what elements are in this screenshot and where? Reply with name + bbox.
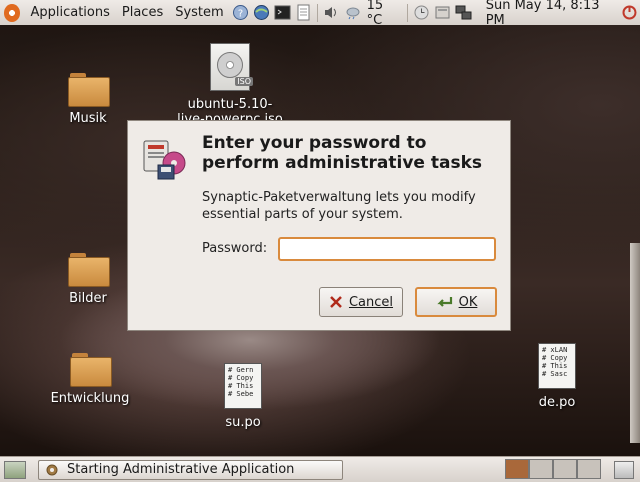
web-browser-icon[interactable]	[253, 4, 270, 21]
panel-separator	[316, 3, 318, 22]
workspace-3[interactable]	[553, 459, 577, 479]
help-icon[interactable]: ?	[232, 4, 249, 21]
workspace-switcher	[505, 459, 601, 479]
gear-icon	[46, 464, 58, 475]
bottom-panel: Starting Administrative Application	[0, 456, 640, 482]
text-file-icon: # xLAN # Copy # This # Sasc	[538, 343, 576, 389]
menu-places[interactable]: Places	[116, 5, 169, 20]
desktop-icon-entwicklung[interactable]: Entwicklung	[48, 353, 132, 406]
logout-icon[interactable]	[621, 4, 638, 21]
desktop-icon-ubuntu-iso[interactable]: ISO ubuntu-5.10-live-powerpc.iso	[175, 43, 285, 129]
svg-text:?: ?	[238, 9, 243, 20]
workspace-1[interactable]	[505, 459, 529, 479]
clock-icon	[413, 4, 430, 21]
desktop-icon-musik[interactable]: Musik	[48, 73, 128, 126]
ok-button-label: OK	[458, 294, 478, 310]
workspace-4[interactable]	[577, 459, 601, 479]
iso-image-icon: ISO	[210, 43, 253, 91]
terminal-icon[interactable]	[274, 4, 291, 21]
clock[interactable]: Sun May 14, 8:13 PM	[480, 0, 617, 28]
menu-system[interactable]: System	[169, 5, 229, 20]
background-window-edge	[630, 243, 640, 443]
text-file-icon: # Gern # Copy # This # Sebe	[224, 363, 262, 409]
ubuntu-logo-icon[interactable]	[4, 3, 21, 22]
cancel-icon	[330, 296, 342, 308]
password-label: Password:	[202, 241, 268, 256]
dialog-title: Enter your password to perform administr…	[202, 133, 483, 173]
desktop-icon-label: Musik	[69, 111, 107, 126]
panel-separator	[406, 3, 408, 22]
workspace-2[interactable]	[529, 459, 553, 479]
dialog-message: Synaptic-Paketverwaltung lets you modify…	[202, 190, 476, 222]
desktop-icon-label: Bilder	[69, 291, 107, 306]
desktop-icon-bilder[interactable]: Bilder	[48, 253, 128, 306]
folder-icon	[68, 253, 110, 287]
update-notifier-icon[interactable]	[434, 4, 451, 21]
desktop-icon-de-po[interactable]: # xLAN # Copy # This # Sasc de.po	[517, 343, 597, 410]
menu-applications[interactable]: Applications	[24, 5, 115, 20]
notes-icon[interactable]	[295, 4, 312, 21]
ok-arrow-icon	[436, 297, 452, 307]
desktop-icon-label: de.po	[538, 395, 576, 410]
taskbar-item-label: Starting Administrative Application	[67, 462, 295, 477]
password-field[interactable]	[278, 237, 496, 261]
cancel-button[interactable]: Cancel	[319, 287, 403, 317]
desktop-icon-label: Entwicklung	[50, 391, 130, 406]
temperature-readout[interactable]: 15 °C	[363, 0, 404, 28]
desktop-icon-label: su.po	[225, 415, 261, 430]
taskbar-item[interactable]: Starting Administrative Application	[38, 459, 343, 480]
administration-icon	[143, 140, 186, 180]
folder-icon	[68, 73, 110, 107]
volume-icon[interactable]	[323, 4, 340, 21]
top-panel: Applications Places System ? 15 °C Sun M…	[0, 0, 640, 28]
weather-icon[interactable]	[344, 4, 361, 21]
show-desktop-icon[interactable]	[4, 460, 26, 479]
desktop-icon-su-po[interactable]: # Gern # Copy # This # Sebe su.po	[203, 363, 283, 430]
auth-dialog: Enter your password to perform administr…	[127, 120, 511, 331]
cancel-button-label: Cancel	[348, 294, 394, 310]
trash-icon[interactable]	[614, 460, 634, 479]
network-icon[interactable]	[455, 4, 472, 21]
ok-button[interactable]: OK	[415, 287, 497, 317]
folder-icon	[70, 353, 112, 387]
